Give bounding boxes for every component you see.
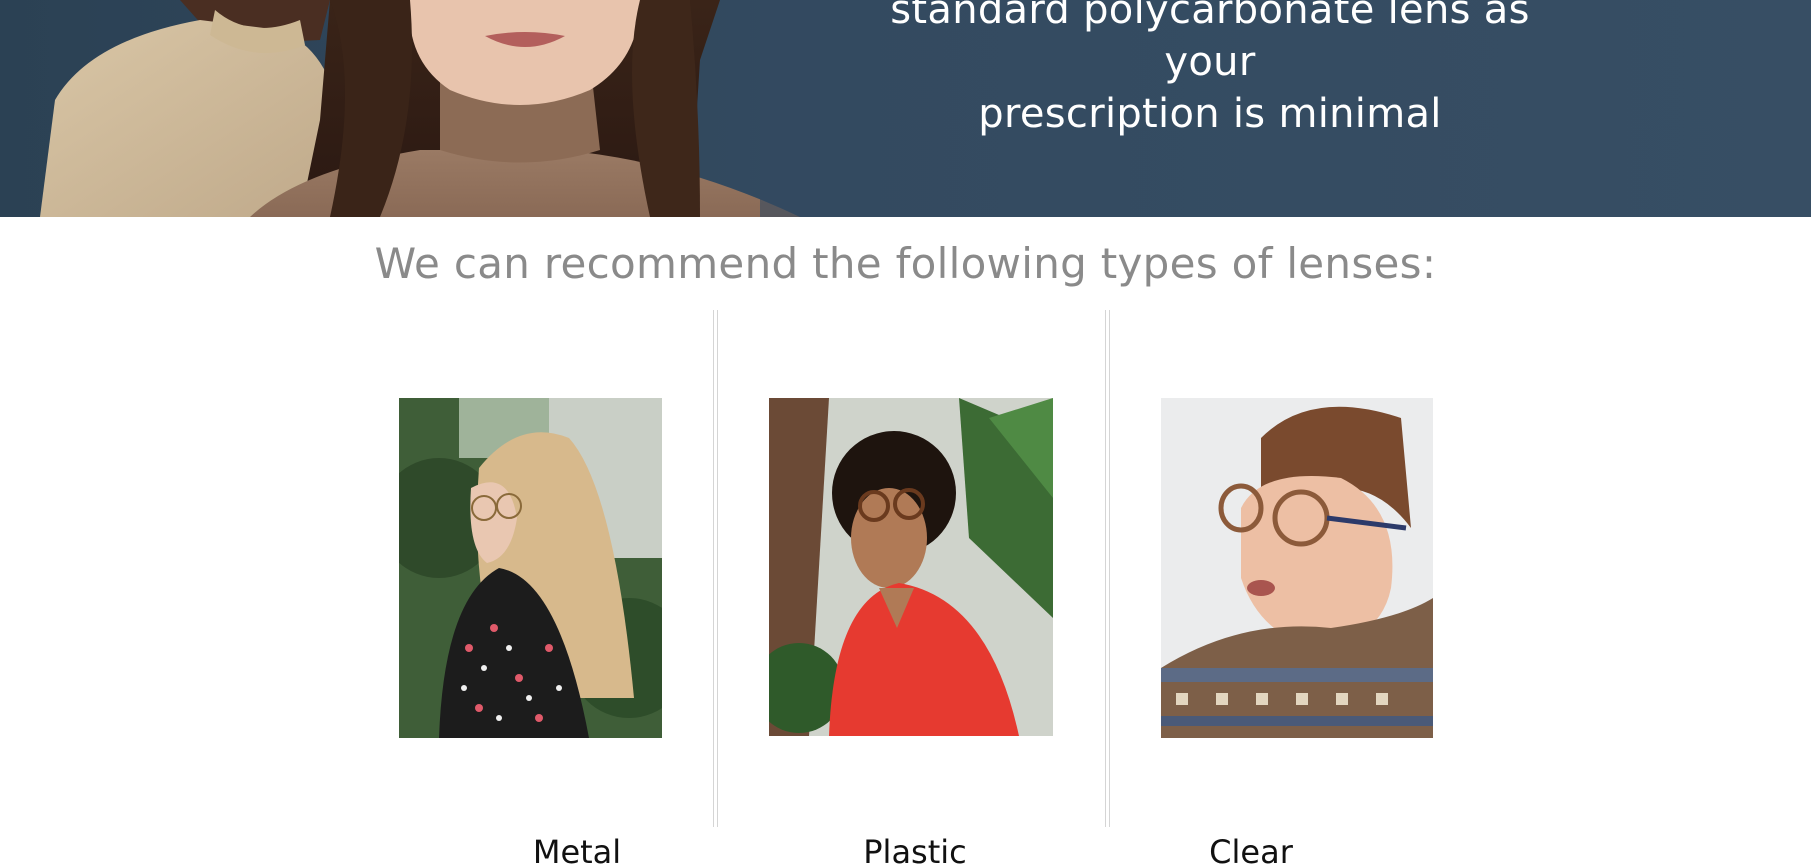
hero-photo-couple-glasses	[0, 0, 820, 217]
hero-banner: standard polycarbonate lens as your pres…	[0, 0, 1811, 217]
page: standard polycarbonate lens as your pres…	[0, 0, 1811, 866]
lens-label-plastic[interactable]: Plastic	[815, 826, 1015, 866]
recommendation-heading: We can recommend the following types of …	[374, 239, 1437, 288]
hero-message-line-2: prescription is minimal	[978, 91, 1442, 137]
lens-photo-plastic[interactable]	[769, 398, 1053, 736]
lens-label-metal[interactable]: Metal	[477, 826, 677, 866]
column-divider-1	[713, 310, 718, 827]
hero-message: standard polycarbonate lens as your pres…	[840, 0, 1580, 140]
lens-photo-clear[interactable]	[1161, 398, 1433, 738]
lens-photo-metal[interactable]	[399, 398, 662, 738]
lens-label-clear[interactable]: Clear	[1151, 826, 1351, 866]
hero-message-line-1: standard polycarbonate lens as your	[890, 0, 1530, 85]
column-divider-2	[1105, 310, 1110, 827]
